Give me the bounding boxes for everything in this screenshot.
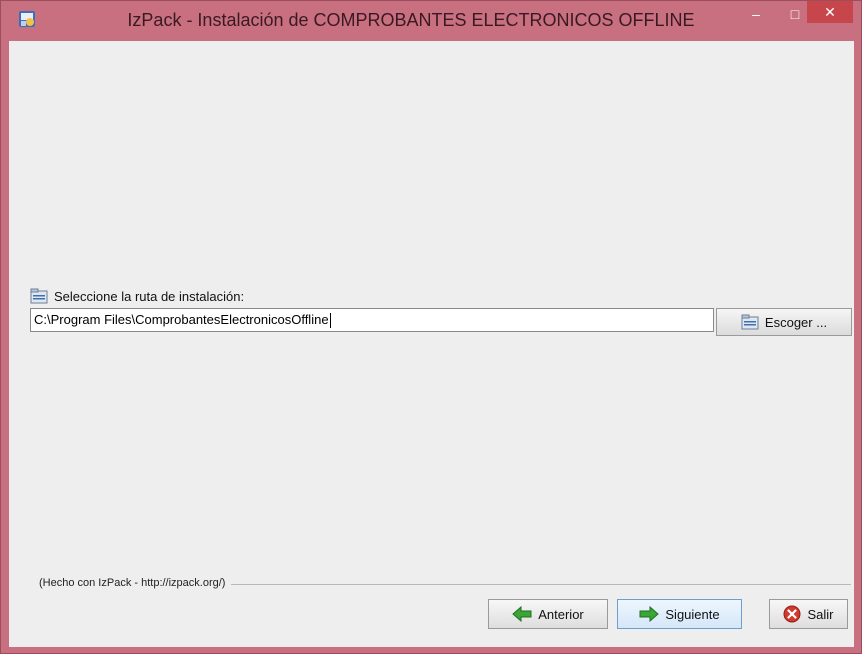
maximize-button[interactable]: □ — [780, 3, 810, 25]
previous-label: Anterior — [538, 606, 584, 622]
path-label: Seleccione la ruta de instalación: — [54, 288, 245, 304]
browse-label: Escoger ... — [764, 314, 828, 330]
next-button[interactable]: Siguiente — [617, 599, 742, 629]
install-path-input[interactable]: C:\Program Files\ComprobantesElectronico… — [30, 308, 714, 332]
title-bar[interactable]: IzPack - Instalación de COMPROBANTES ELE… — [1, 1, 861, 41]
folder-icon — [30, 288, 48, 304]
path-label-row: Seleccione la ruta de instalación: — [30, 287, 244, 305]
folder-icon — [741, 314, 759, 330]
close-button[interactable]: ✕ — [807, 1, 853, 23]
previous-button[interactable]: Anterior — [488, 599, 608, 629]
exit-button[interactable]: Salir — [769, 599, 848, 629]
browse-button[interactable]: Escoger ... — [716, 308, 852, 336]
minimize-button[interactable]: – — [741, 3, 771, 25]
izpack-credit: (Hecho con IzPack - http://izpack.org/) — [39, 577, 232, 589]
text-caret — [329, 312, 331, 328]
installer-window: IzPack - Instalación de COMPROBANTES ELE… — [0, 0, 862, 654]
error-x-icon — [783, 605, 801, 623]
next-label: Siguiente — [665, 606, 720, 622]
installer-panel: Seleccione la ruta de instalación: C:\Pr… — [9, 41, 854, 647]
exit-label: Salir — [807, 606, 834, 622]
arrow-right-icon — [639, 606, 660, 622]
window-title: IzPack - Instalación de COMPROBANTES ELE… — [127, 10, 695, 30]
install-path-value: C:\Program Files\ComprobantesElectronico… — [34, 312, 329, 327]
arrow-left-icon — [512, 606, 532, 622]
